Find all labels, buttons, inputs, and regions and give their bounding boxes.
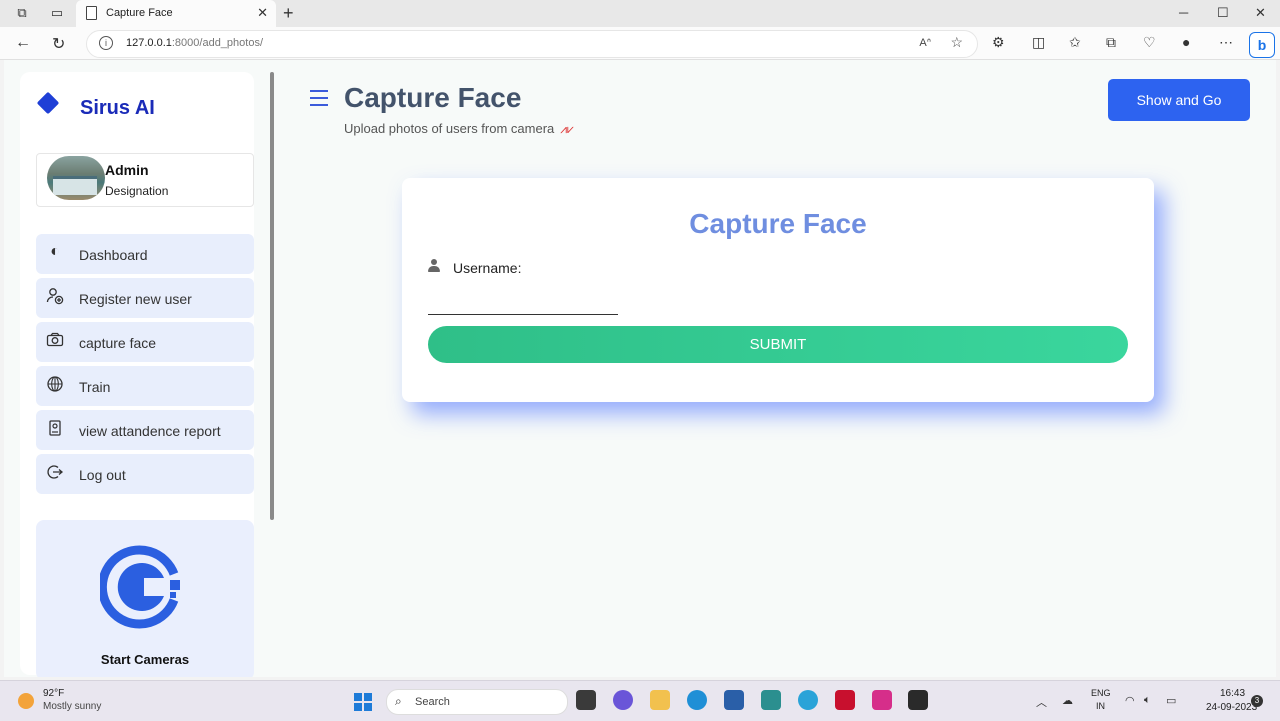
profile-card: Admin Designation [36,153,254,207]
search-icon: ⌕ [395,694,402,708]
split-screen-icon[interactable]: ◫ [1032,34,1045,51]
page-icon [86,6,97,20]
notification-badge[interactable]: 3 [1251,695,1263,707]
sidebar-item-label: Log out [79,467,126,483]
username-label: Username: [453,260,522,276]
page-title: Capture Face [344,82,522,113]
address-toolbar: ← ↻ i 127.0.0.1:8000/add_photos/ Aᐢ ☆ [0,27,1280,60]
username-field[interactable] [428,292,618,315]
sidebar-item-capture-face[interactable]: capture face [36,322,254,362]
clock-time[interactable]: 16:43 [1220,688,1245,699]
url-host: 127.0.0.1 [126,37,172,49]
instagram-icon[interactable] [872,690,892,710]
browser-tab[interactable]: Capture Face ✕ [76,0,276,27]
tab-title: Capture Face [106,7,173,19]
favorites-icon[interactable]: ✩ [1069,34,1081,51]
form-title: Capture Face [689,208,867,239]
url-path: :8000/add_photos/ [171,37,264,49]
volume-icon[interactable]: 🔈︎ [1144,694,1151,707]
terminal-icon[interactable] [908,690,928,710]
favorite-star-icon[interactable]: ☆ [950,34,963,51]
minimize-icon[interactable]: ─ [1179,5,1188,20]
file-explorer-icon[interactable] [650,690,670,710]
user-icon [428,259,440,273]
profile-designation: Designation [105,184,169,198]
mcafee-icon[interactable] [835,690,855,710]
collections-icon[interactable]: ⧉ [1106,34,1116,51]
page-subtitle: Upload photos of users from camera ⩘⩗ [344,121,574,137]
start-cameras-logo-icon [100,545,180,629]
browser-tab-bar: ⧉ ▭ Capture Face ✕ + ─ ☐ ✕ [0,0,1280,27]
show-and-go-button[interactable]: Show and Go [1108,79,1250,121]
windows-start-icon[interactable] [354,693,372,711]
url-bar[interactable]: i 127.0.0.1:8000/add_photos/ Aᐢ ☆ [86,30,978,58]
read-aloud-icon[interactable]: Aᐢ [919,36,931,49]
profile-icon[interactable]: ● [1182,34,1190,50]
battery-icon[interactable]: ▭ [1166,694,1176,707]
teams-chat-icon[interactable] [613,690,633,710]
back-icon[interactable]: ← [15,34,31,52]
browser-essentials-icon[interactable]: ♡ [1143,34,1156,51]
brand-diamond-icon [36,91,60,115]
site-info-icon[interactable]: i [99,36,113,50]
sidebar-item-train[interactable]: Train [36,366,254,406]
more-options-icon[interactable]: ⋯ [1219,34,1233,51]
url-text[interactable]: 127.0.0.1:8000/add_photos/ [126,37,263,49]
user-add-icon [46,287,64,305]
capture-face-form-card: Capture Face Username: SUBMIT [402,178,1154,402]
page-content: Sirus AI Admin Designation ◐ Dashboard R… [4,60,1276,677]
language-code[interactable]: ENG [1091,688,1111,698]
sidebar-item-logout[interactable]: Log out [36,454,254,494]
extensions-icon[interactable]: ⚙ [992,34,1005,51]
page-subtitle-text: Upload photos of users from camera [344,121,555,136]
submit-button[interactable]: SUBMIT [428,326,1128,363]
sidebar-item-label: Register new user [79,291,192,307]
tray-chevron-icon[interactable]: ︿ [1036,694,1047,710]
trend-chart-icon: ⩘⩗ [560,122,574,136]
weather-sun-icon[interactable] [18,693,34,709]
close-tab-icon[interactable]: ✕ [257,5,268,21]
search-placeholder: Search [415,696,450,708]
avatar [47,156,105,200]
start-cameras-label: Start Cameras [100,652,190,667]
wifi-icon[interactable]: ◠ [1125,694,1135,707]
logout-icon [46,463,64,481]
sidebar-item-register[interactable]: Register new user [36,278,254,318]
network-app-icon[interactable] [761,690,781,710]
sidebar-item-attendance-report[interactable]: view attandence report [36,410,254,450]
weather-desc[interactable]: Mostly sunny [43,701,101,712]
brand-name: Sirus AI [80,97,155,119]
sidebar-item-label: view attandence report [79,423,221,439]
refresh-icon[interactable]: ↻ [52,34,65,54]
microsoft-store-icon[interactable] [724,690,744,710]
half-circle-icon: ◐ [50,243,60,260]
camera-icon [46,331,64,349]
window-close-icon[interactable]: ✕ [1255,5,1266,21]
tab-actions-icon[interactable]: ▭ [50,6,64,20]
windows-taskbar: 92°F Mostly sunny ⌕ Search ︿ ☁ ENG IN ◠ … [0,680,1280,721]
task-view-icon[interactable] [576,690,596,710]
profile-name: Admin [105,162,149,178]
workspaces-icon[interactable]: ⧉ [15,6,29,20]
new-tab-icon[interactable]: + [283,3,294,24]
edge-browser-icon[interactable] [687,690,707,710]
weather-temp[interactable]: 92°F [43,688,64,699]
bing-copilot-icon[interactable]: b [1249,32,1275,58]
taskbar-search[interactable]: ⌕ Search [386,689,568,715]
sidebar-item-label: Train [79,379,111,395]
language-region[interactable]: IN [1096,701,1105,711]
hamburger-menu-icon[interactable] [310,90,328,111]
clock-date[interactable]: 24-09-2023 [1206,702,1257,713]
sidebar: Sirus AI Admin Designation ◐ Dashboard R… [20,72,254,677]
maximize-icon[interactable]: ☐ [1217,5,1229,21]
python-idle-icon[interactable] [798,690,818,710]
onedrive-cloud-icon[interactable]: ☁ [1062,694,1073,707]
start-cameras-card[interactable]: Start Cameras [36,520,254,677]
sidebar-item-label: capture face [79,335,157,351]
sidebar-item-dashboard[interactable]: ◐ Dashboard [36,234,254,274]
id-badge-icon [46,419,64,437]
sidebar-item-label: Dashboard [79,247,148,263]
sidebar-scrollbar[interactable] [270,72,274,520]
globe-icon [46,375,64,393]
